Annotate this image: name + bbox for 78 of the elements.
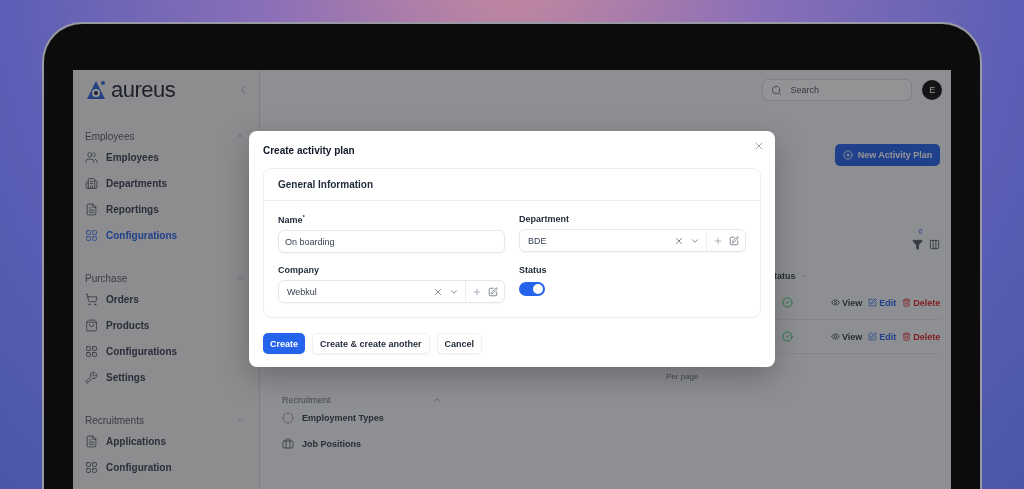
section-title: General Information [264,169,760,201]
group-title: Purchase [85,272,128,284]
grid-icon [85,460,98,474]
edit-link[interactable]: Edit [868,297,897,308]
wrench-icon [85,370,98,384]
grid-icon [85,344,98,358]
avatar[interactable]: E [922,80,943,100]
eye-icon [831,332,840,341]
sidebar-item[interactable]: Settings [85,364,259,390]
group-title: Employees [85,130,135,142]
search-icon [771,84,783,96]
select-field[interactable]: BDE [519,229,746,252]
dialog-title: Create activity plan [263,145,356,156]
chevron-up-icon[interactable] [432,395,442,405]
dashed-circle-icon [282,412,294,424]
secondary-button[interactable]: Cancel [436,333,483,354]
chevron-up-icon[interactable] [235,273,245,283]
filter-icon[interactable] [912,238,924,250]
bag-icon [85,318,98,332]
delete-link[interactable]: Delete [902,331,941,342]
column-header: tatus [774,271,796,281]
logo-text: aureus [111,77,176,103]
columns-icon[interactable] [929,238,941,250]
sidebar-item[interactable]: Reportings [85,196,259,222]
document-icon [85,434,98,448]
toggle-switch[interactable] [519,282,545,296]
sidebar-item[interactable]: Departments [85,170,259,196]
group-title: Recruitments [85,414,144,426]
clear-icon[interactable] [674,235,684,246]
plus-circle-icon [842,150,853,160]
field-label: Name$^{*}$ [278,214,306,225]
group-title: Recruitment [282,395,331,405]
field-label: Company [278,265,320,275]
edit-icon[interactable] [729,235,739,246]
edit-link[interactable]: Edit [868,331,897,342]
grid-icon [85,228,98,242]
recruitment-menu-item[interactable]: Employment Types [282,405,384,431]
select-field[interactable]: Webkul [278,280,505,303]
briefcase-icon [282,438,294,450]
text-input-field[interactable]: On boarding [278,230,505,253]
eye-icon [831,298,840,307]
edit-icon[interactable] [488,286,498,297]
sidebar-item[interactable]: Configurations [85,222,259,248]
clear-icon[interactable] [433,286,443,297]
check-circle-icon [782,297,793,308]
building-icon [85,176,98,190]
close-icon[interactable] [753,140,765,152]
sidebar-item[interactable]: Applications [85,428,259,454]
users-icon [85,150,98,164]
delete-link[interactable]: Delete [902,297,941,308]
recruitment-menu-item[interactable]: Job Positions [282,431,361,457]
document-icon [85,202,98,216]
field-label: Status [519,265,548,275]
search-input[interactable]: Search [788,84,893,96]
secondary-button[interactable]: Create & create another [312,333,430,354]
search-field[interactable]: Search [762,79,913,101]
chevron-up-icon[interactable] [235,415,245,425]
sort-icon[interactable] [799,272,808,280]
check-circle-icon [782,331,793,342]
field-label: Department [519,214,570,224]
cart-icon [85,292,98,306]
sidebar-item[interactable]: Employees [85,144,259,170]
view-link[interactable]: View [831,297,863,308]
plus-icon[interactable] [472,286,482,297]
sidebar-item[interactable]: Configurations [85,338,259,364]
chevron-up-icon[interactable] [235,131,245,141]
edit-icon [868,332,878,341]
trash-icon [902,332,912,341]
sidebar-item[interactable]: Products [85,312,259,338]
new-activity-plan-button[interactable]: New Activity Plan [834,144,941,166]
logo-icon [85,79,107,101]
plus-icon[interactable] [713,235,723,246]
edit-icon [868,298,878,307]
trash-icon [902,298,912,307]
sidebar-item[interactable]: Configuration [85,454,259,480]
view-link[interactable]: View [831,331,863,342]
create-button[interactable]: Create [263,333,305,354]
sidebar-item[interactable]: Orders [85,286,259,312]
